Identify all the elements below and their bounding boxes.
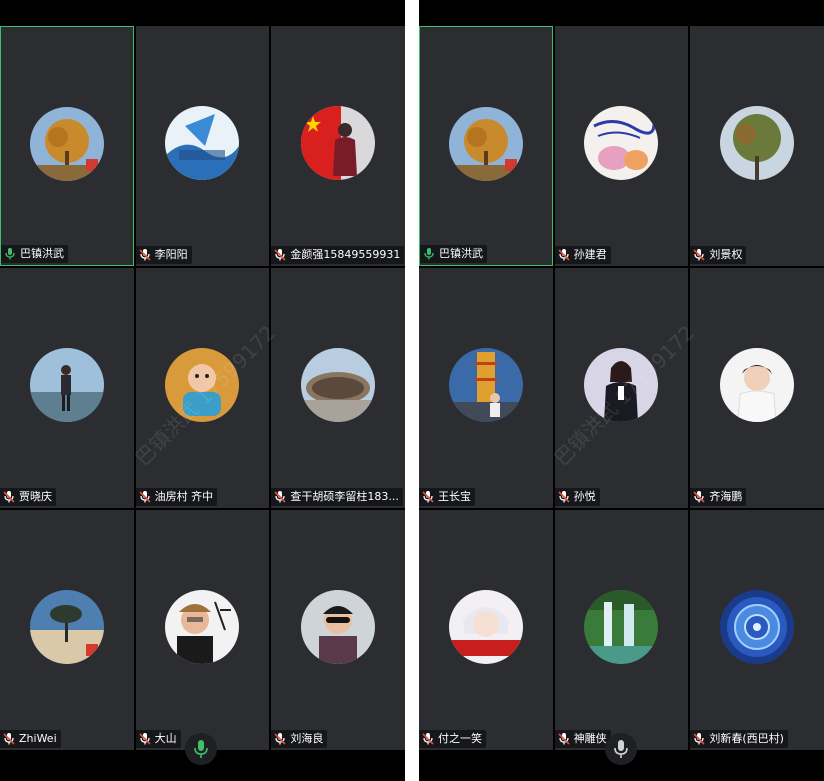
avatar xyxy=(584,348,659,422)
participant-name: 孙悦 xyxy=(573,490,596,503)
participant-tile[interactable]: 金颜强15849559931 xyxy=(271,26,405,266)
participant-tile[interactable]: 贾晓庆 xyxy=(0,268,134,508)
mic-muted-icon xyxy=(274,249,286,261)
mic-active-icon xyxy=(424,248,434,260)
participant-name: 巴镇洪武 xyxy=(20,247,64,260)
participant-name: 李阳阳 xyxy=(154,248,188,261)
participant-label: 刘景权 xyxy=(690,246,747,264)
avatar xyxy=(448,590,523,664)
participant-label: 孙悦 xyxy=(554,488,600,506)
mic-muted-icon xyxy=(139,491,151,503)
participant-name: 神雕侠 xyxy=(573,732,607,745)
participant-name: ZhiWei xyxy=(19,732,57,745)
participant-name: 刘景权 xyxy=(709,248,743,261)
avatar xyxy=(720,590,795,664)
participant-name: 刘新春(西巴村) xyxy=(709,732,784,745)
mic-muted-icon xyxy=(274,491,286,503)
participant-name: 付之一笑 xyxy=(438,732,482,745)
mic-muted-icon xyxy=(558,491,570,503)
microphone-button[interactable] xyxy=(185,733,217,765)
participant-tile[interactable]: 刘景权 xyxy=(690,26,824,266)
left-screenshot-panel: 巴镇洪武 李阳阳 金颜强15849559931 贾晓庆 油房村 齐中 查干胡硕李… xyxy=(0,0,405,781)
participant-tile[interactable]: 孙悦 xyxy=(554,268,689,508)
participant-label: 查干胡硕李留柱183... xyxy=(271,488,403,506)
participant-tile[interactable]: 刘新春(西巴村) xyxy=(690,510,824,750)
participant-label: 付之一笑 xyxy=(419,730,486,748)
participant-name: 油房村 齐中 xyxy=(154,490,214,503)
participant-name: 大山 xyxy=(154,732,177,745)
avatar xyxy=(29,348,104,422)
participant-label: 刘海良 xyxy=(271,730,328,748)
participant-label: 金颜强15849559931 xyxy=(271,246,405,264)
microphone-icon xyxy=(614,740,628,758)
participant-tile[interactable]: 巴镇洪武 xyxy=(419,26,553,266)
mic-muted-icon xyxy=(3,491,15,503)
participant-tile[interactable]: 孙建君 xyxy=(554,26,689,266)
avatar xyxy=(448,107,523,181)
participant-label: 油房村 齐中 xyxy=(135,488,218,506)
avatar xyxy=(584,106,659,180)
participant-tile[interactable]: 大山 xyxy=(135,510,270,750)
avatar xyxy=(448,348,523,422)
participant-grid: 巴镇洪武 孙建君 刘景权 王长宝 孙悦 齐海鹏 付之一笑 神雕侠 刘新春(西巴村… xyxy=(419,26,824,750)
avatar xyxy=(165,348,240,422)
participant-label: ZhiWei xyxy=(0,730,61,748)
participant-tile[interactable]: ZhiWei xyxy=(0,510,134,750)
mic-muted-icon xyxy=(558,733,570,745)
microphone-icon xyxy=(194,740,208,758)
participant-label: 巴镇洪武 xyxy=(1,245,68,263)
participant-tile[interactable]: 付之一笑 xyxy=(419,510,553,750)
mic-muted-icon xyxy=(274,733,286,745)
participant-tile[interactable]: 神雕侠 xyxy=(554,510,689,750)
participant-name: 孙建君 xyxy=(573,248,607,261)
participant-label: 贾晓庆 xyxy=(0,488,56,506)
avatar xyxy=(165,590,240,664)
participant-tile[interactable]: 齐海鹏 xyxy=(690,268,824,508)
avatar xyxy=(584,590,659,664)
mic-muted-icon xyxy=(139,249,151,261)
mic-muted-icon xyxy=(558,249,570,261)
mic-muted-icon xyxy=(693,733,705,745)
participant-name: 齐海鹏 xyxy=(709,490,743,503)
mic-muted-icon xyxy=(139,733,151,745)
participant-label: 李阳阳 xyxy=(135,246,192,264)
participant-label: 巴镇洪武 xyxy=(420,245,487,263)
mic-muted-icon xyxy=(3,733,15,745)
participant-tile[interactable]: 油房村 齐中 xyxy=(135,268,270,508)
participant-name: 查干胡硕李留柱183... xyxy=(290,490,399,503)
avatar xyxy=(301,106,376,180)
avatar xyxy=(720,348,795,422)
mic-muted-icon xyxy=(693,491,705,503)
right-screenshot-panel: 巴镇洪武 孙建君 刘景权 王长宝 孙悦 齐海鹏 付之一笑 神雕侠 刘新春(西巴村… xyxy=(419,0,824,781)
participant-tile[interactable]: 李阳阳 xyxy=(135,26,270,266)
participant-label: 神雕侠 xyxy=(554,730,611,748)
participant-label: 刘新春(西巴村) xyxy=(690,730,788,748)
mic-muted-icon xyxy=(693,249,705,261)
participant-tile[interactable]: 刘海良 xyxy=(271,510,405,750)
microphone-button[interactable] xyxy=(605,733,637,765)
mic-muted-icon xyxy=(422,491,434,503)
participant-label: 大山 xyxy=(135,730,181,748)
participant-name: 巴镇洪武 xyxy=(439,247,483,260)
participant-label: 齐海鹏 xyxy=(690,488,747,506)
participant-name: 贾晓庆 xyxy=(19,490,52,503)
avatar xyxy=(301,348,376,422)
avatar xyxy=(720,106,795,180)
participant-grid: 巴镇洪武 李阳阳 金颜强15849559931 贾晓庆 油房村 齐中 查干胡硕李… xyxy=(0,26,405,750)
participant-label: 王长宝 xyxy=(419,488,475,506)
avatar xyxy=(165,106,240,180)
participant-tile[interactable]: 巴镇洪武 xyxy=(0,26,134,266)
mic-muted-icon xyxy=(422,733,434,745)
avatar xyxy=(29,590,104,664)
mic-active-icon xyxy=(5,248,15,260)
participant-name: 王长宝 xyxy=(438,490,471,503)
participant-name: 刘海良 xyxy=(290,732,324,745)
participant-tile[interactable]: 查干胡硕李留柱183... xyxy=(271,268,405,508)
participant-label: 孙建君 xyxy=(554,246,611,264)
participant-tile[interactable]: 王长宝 xyxy=(419,268,553,508)
avatar xyxy=(301,590,376,664)
participant-name: 金颜强15849559931 xyxy=(290,248,401,261)
avatar xyxy=(29,107,104,181)
